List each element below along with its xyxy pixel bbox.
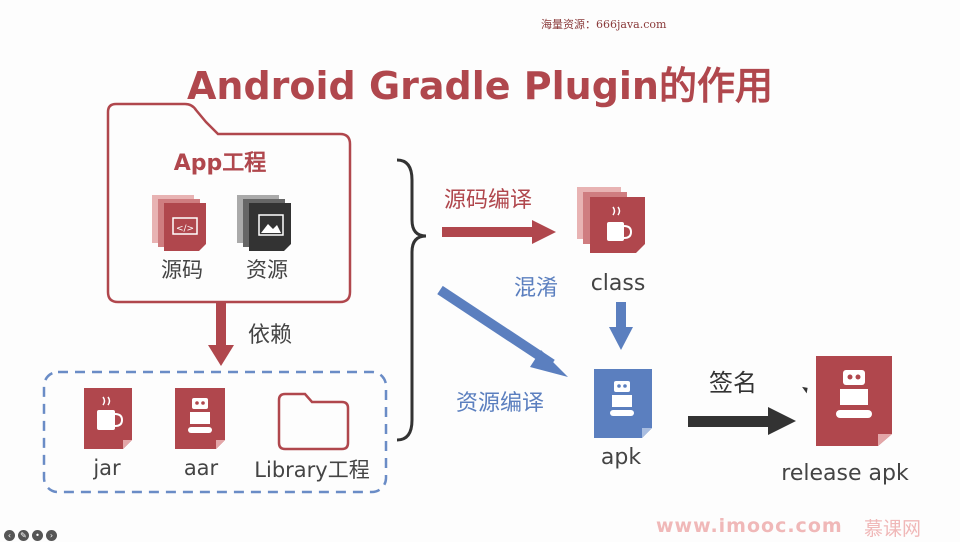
dependency-label: 依赖 bbox=[248, 323, 292, 348]
source-compile-label: 源码编译 bbox=[444, 188, 532, 213]
source-compile-arrow-head bbox=[532, 220, 556, 244]
resource-label: 资源 bbox=[246, 258, 288, 282]
diagram-canvas: App工程 </> 源码 资源 依赖 jar aar Library工程 源码编… bbox=[42, 102, 909, 494]
slide-controls[interactable]: ‹ ✎ • › bbox=[4, 523, 60, 541]
dependency-arrow-shaft bbox=[216, 303, 226, 345]
release-apk-icon bbox=[816, 356, 892, 446]
sign-arrow-head bbox=[768, 407, 796, 435]
library-project-label: Library工程 bbox=[254, 458, 369, 482]
next-slide-icon[interactable]: › bbox=[46, 530, 57, 541]
jar-label: jar bbox=[92, 456, 121, 480]
app-folder-shape bbox=[106, 102, 352, 304]
source-label: 源码 bbox=[161, 258, 203, 282]
obfuscate-arrow-shaft bbox=[616, 302, 626, 328]
footer-site-url: www.imooc.com bbox=[656, 515, 843, 537]
release-apk-label: release apk bbox=[781, 461, 909, 486]
jar-file-icon bbox=[84, 388, 132, 449]
sign-label: 签名 bbox=[709, 369, 757, 397]
obfuscate-label: 混淆 bbox=[514, 276, 558, 301]
library-folder-icon bbox=[277, 392, 350, 451]
resource-image-icon bbox=[237, 195, 291, 251]
obfuscate-arrow-head bbox=[609, 327, 633, 350]
dependency-arrow-head bbox=[208, 345, 234, 366]
apk-file-icon bbox=[594, 369, 652, 438]
source-compile-arrow-shaft bbox=[442, 227, 534, 237]
footer-brand-logo: 慕课网 bbox=[864, 518, 922, 540]
app-project-title: App工程 bbox=[174, 151, 267, 176]
aar-robot-icon bbox=[175, 388, 225, 449]
svg-text:</>: </> bbox=[176, 224, 194, 234]
source-code-icon: </> bbox=[152, 195, 206, 251]
grouping-brace bbox=[396, 158, 427, 442]
sign-arrow-shaft bbox=[688, 416, 770, 427]
prev-slide-icon[interactable]: ‹ bbox=[4, 530, 15, 541]
class-file-icon bbox=[577, 187, 645, 253]
resource-compile-arrow-shaft bbox=[437, 285, 555, 369]
menu-icon[interactable]: • bbox=[32, 530, 43, 541]
class-label: class bbox=[591, 271, 646, 296]
pen-tool-icon[interactable]: ✎ bbox=[18, 530, 29, 541]
aar-label: aar bbox=[184, 456, 219, 480]
resource-compile-label: 资源编译 bbox=[456, 391, 544, 416]
apk-label: apk bbox=[601, 445, 641, 470]
